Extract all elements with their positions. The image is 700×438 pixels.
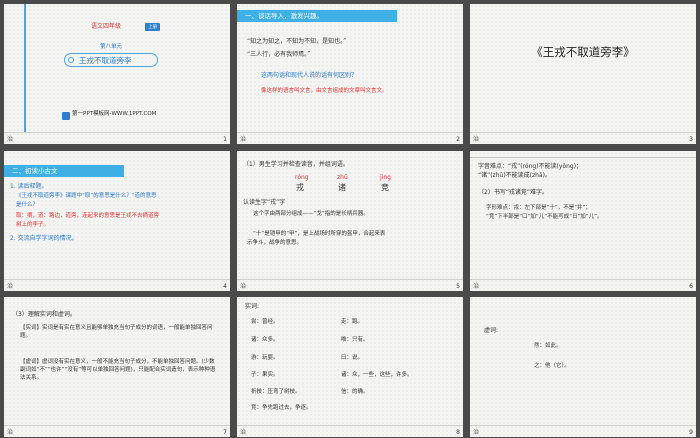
explain-line-3: 示争斗，战争的意思。 xyxy=(247,240,303,246)
instruction: （1）男生学习并检查读音，并组词语。 xyxy=(243,161,349,168)
lesson-title: 王戎不取道旁李 xyxy=(79,56,132,65)
word-item: 尝：曾经。 xyxy=(251,319,279,325)
slide-number: 7 xyxy=(223,429,227,436)
word-item: 折枝：压弯了树枝。 xyxy=(251,389,301,395)
section-label: 虚词: xyxy=(484,327,499,334)
question-line-1: 《王戎不取道旁李》课题中“取”的意思是什么？“道的意思 xyxy=(16,193,157,199)
slide-footer: 治 2 xyxy=(237,132,463,144)
quote-2: “三人行，必有我师焉。” xyxy=(247,51,311,58)
footer-icon: 治 xyxy=(473,136,480,143)
slide-number: 1 xyxy=(223,136,227,143)
char-jing: 竞 xyxy=(381,183,389,192)
slide-footer: 治 5 xyxy=(237,279,463,291)
word-item: 曰：说。 xyxy=(341,355,364,361)
edition-badge: 上册 xyxy=(145,23,160,31)
circle-icon xyxy=(68,57,74,63)
grade-label: 语文四年级 xyxy=(91,23,122,30)
section-header: 一、谈话导入，激发兴趣。 xyxy=(237,10,397,22)
footer-icon: 治 xyxy=(7,429,14,436)
slide-number: 9 xyxy=(689,429,693,436)
slide-thumbnail-1[interactable]: 语文四年级 上册 第八单元 王戎不取道旁李 第一PPT模板网-WWW.1PPT.… xyxy=(4,4,230,144)
explain-line-2: “十”是铠甲的“甲”，是上战场时所穿的盔甲，合起来表 xyxy=(253,231,386,237)
function-word-note: 【虚词】虚词没有实在意义，一般不能充当句子成分，不能单独回答问题。(少数副词如“… xyxy=(20,359,216,381)
slide-number: 6 xyxy=(689,283,693,290)
word-item: 然：如此。 xyxy=(534,343,562,349)
slide-footer: 治 7 xyxy=(4,425,230,437)
slide-number: 3 xyxy=(689,136,693,143)
section-label: 实词: xyxy=(245,303,260,310)
slide-thumbnail-6[interactable]: 字音难点：“戎”(róng)不能读(yǒng)； “诸”(zhū)不能读成(zh… xyxy=(470,151,696,291)
word-item: 子：果实。 xyxy=(251,372,279,378)
slide-thumbnail-8[interactable]: 实词: 尝：曾经。 诸：众多。 游：玩耍。 子：果实。 折枝：压弯了树枝。 竞：… xyxy=(237,297,463,437)
word-item: 诸：众多。 xyxy=(251,337,279,343)
word-item: 之：他（它）。 xyxy=(534,363,570,369)
question-text: 这两句话和现代人说的话有何区别？ xyxy=(261,72,358,79)
word-item: 竞：争先跑过去，争逐。 xyxy=(251,405,312,411)
footer-icon: 治 xyxy=(240,283,247,290)
slide-footer: 治 9 xyxy=(470,425,696,437)
word-item: 游：玩耍。 xyxy=(251,355,279,361)
content-word-note: 【实词】实词是有实在意义且能够单独充当句子成分的词语，一般能单独回答问题。 xyxy=(20,325,213,339)
note-line-5: “竞”下半部是“口”加“儿”不能写成“日”加“儿”。 xyxy=(486,214,603,220)
question-line-2: 是什么？ xyxy=(16,202,39,208)
step-1: 1. 读后释题。 xyxy=(10,183,48,190)
divider-line xyxy=(470,157,696,158)
instruction: （3）理解实词和虚词。 xyxy=(12,311,76,318)
slide-footer: 治 8 xyxy=(237,425,463,437)
section-header: 二、初读小古文 xyxy=(4,165,124,177)
footer-icon: 治 xyxy=(7,136,14,143)
slide-footer: 治 3 xyxy=(470,132,696,144)
slide-thumbnail-4[interactable]: 二、初读小古文 1. 读后释题。 《王戎不取道旁李》课题中“取”的意思是什么？“… xyxy=(4,151,230,291)
quote-1: “知之为知之，不知为不知，是知也。” xyxy=(247,38,347,45)
answer-line-1: 取：摘，道：路边，道旁，连起来的意思是王戎不去摘道旁 xyxy=(16,213,160,219)
slide-footer: 治 6 xyxy=(470,279,696,291)
answer-text: 像这样的语言叫文言，由文言组成的文章叫文言文。 xyxy=(261,88,388,94)
slide-thumbnail-9[interactable]: 虚词: 然：如此。 之：他（它）。 治 9 xyxy=(470,297,696,437)
word-item: 走：跑。 xyxy=(341,319,364,325)
explain-line-1: 这个字由两部分组成——“戈”指的是长柄兵器。 xyxy=(253,211,369,217)
slide-thumbnail-5[interactable]: （1）男生学习并检查读音，并组词语。 róng zhū jìng 戎 诸 竞 认… xyxy=(237,151,463,291)
slide-footer: 治 1 xyxy=(4,132,230,144)
unit-label: 第八单元 xyxy=(100,44,123,50)
slide-title: 《王戎不取道旁李》 xyxy=(531,45,635,59)
title-pill: 王戎不取道旁李 xyxy=(64,53,158,67)
note-line-1: 字音难点：“戎”(róng)不能读(yǒng)； xyxy=(478,163,583,170)
word-item: 唯：只有。 xyxy=(341,337,369,343)
slide-thumbnail-3[interactable]: 《王戎不取道旁李》 治 3 xyxy=(470,4,696,144)
word-item: 信：的确。 xyxy=(341,389,369,395)
site-watermark: 第一PPT模板网-WWW.1PPT.COM xyxy=(72,111,157,117)
footer-icon: 治 xyxy=(473,429,480,436)
note-line-4: 字形难点：戎：左下部是“十”，不是“井”； xyxy=(486,205,591,211)
slide-number: 8 xyxy=(456,429,460,436)
footer-icon: 治 xyxy=(240,429,247,436)
slide-number: 5 xyxy=(456,283,460,290)
footer-icon: 治 xyxy=(7,283,14,290)
slide-number: 4 xyxy=(223,283,227,290)
footer-icon: 治 xyxy=(473,283,480,290)
site-logo-icon xyxy=(62,112,70,120)
slide-thumbnail-2[interactable]: 一、谈话导入，激发兴趣。 “知之为知之，不知为不知，是知也。” “三人行，必有我… xyxy=(237,4,463,144)
slide-thumbnail-7[interactable]: （3）理解实词和虚词。 【实词】实词是有实在意义且能够单独充当句子成分的词语，一… xyxy=(4,297,230,437)
footer-icon: 治 xyxy=(240,136,247,143)
slide-footer: 治 4 xyxy=(4,279,230,291)
decorative-line xyxy=(24,4,26,132)
answer-line-2: 树上的李子。 xyxy=(16,222,50,228)
char-rong: 戎 xyxy=(296,183,304,192)
note-line-2: “诸”(zhū)不能读成(zhā)。 xyxy=(478,172,551,179)
step-2: 2. 交流自学字词的情况。 xyxy=(10,235,78,242)
char-intro: 认读生字“戎”字 xyxy=(243,199,286,206)
note-line-3: （2）书写“戎诸竞”难字。 xyxy=(478,189,549,196)
char-zhu: 诸 xyxy=(338,183,346,192)
slide-number: 2 xyxy=(456,136,460,143)
word-item: 诸：众，一些，这些，许多。 xyxy=(341,372,413,378)
